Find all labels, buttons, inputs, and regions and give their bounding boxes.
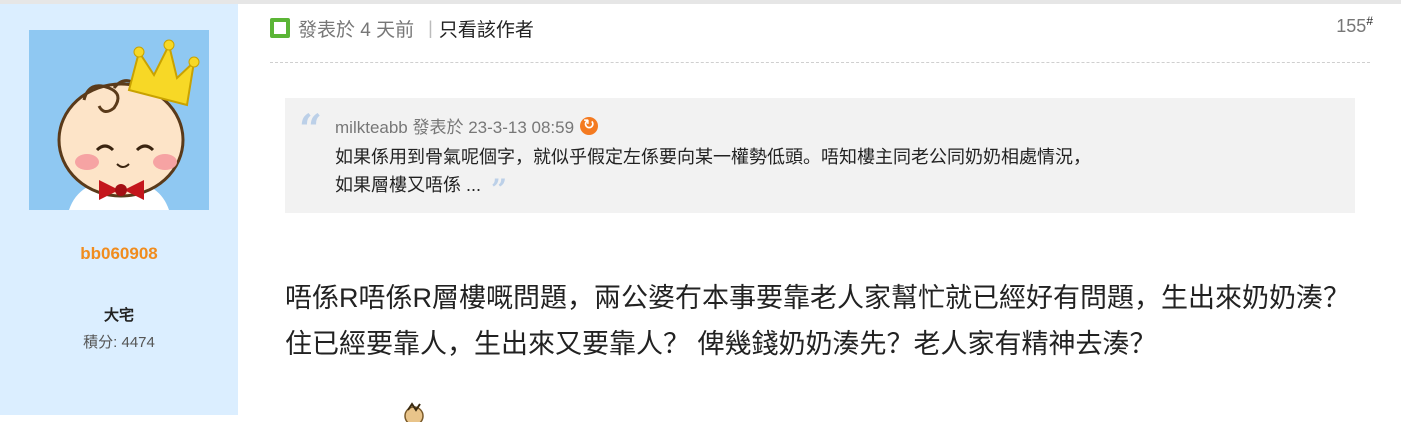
floor-mark: # [1366, 14, 1373, 28]
quote-block: “ milkteabb 發表於 23-3-13 08:59 如果係用到骨氣呢個字… [285, 98, 1355, 213]
goto-original-icon[interactable] [580, 116, 599, 135]
quote-line-2-text: 如果層樓又唔係 ... [335, 175, 482, 195]
quote-line-2: 如果層樓又唔係 ... ” [335, 171, 1335, 204]
quote-text: 如果係用到骨氣呢個字，就似乎假定左係要向某一權勢低頭。唔知樓主同老公同奶奶相處情… [335, 143, 1335, 204]
post-icon [270, 18, 290, 38]
baby-king-avatar-icon[interactable] [29, 30, 209, 210]
author-username[interactable]: bb060908 [0, 244, 238, 264]
quote-line-1: 如果係用到骨氣呢個字，就似乎假定左係要向某一權勢低頭。唔知樓主同老公同奶奶相處情… [335, 147, 1091, 167]
post-header: 發表於 4 天前 | 只看該作者 [270, 14, 534, 42]
author-points: 積分: 4474 [83, 334, 155, 351]
header-divider [270, 62, 1370, 63]
post-body: 唔係R唔係R層樓嘅問題，兩公婆冇本事要靠老人家幫忙就已經好有問題，生出來奶奶湊？… [285, 283, 1350, 359]
quote-open-icon: “ [299, 106, 323, 153]
author-rank: 大宅 [103, 307, 134, 324]
quote-author-line: milkteabb 發表於 23-3-13 08:59 [335, 118, 575, 137]
emoticon-icon [404, 402, 424, 422]
view-author-only-link[interactable]: 只看該作者 [439, 15, 534, 42]
post-floor-number[interactable]: 155# [1336, 14, 1373, 37]
author-sidebar: bb060908 大宅 積分: 4474 [0, 4, 238, 415]
quote-close-icon: ” [491, 173, 508, 206]
quote-meta: milkteabb 發表於 23-3-13 08:59 [335, 113, 599, 138]
posted-time: 發表於 4 天前 [298, 19, 415, 41]
floor-number[interactable]: 155 [1336, 16, 1366, 36]
header-separator: | [428, 17, 433, 38]
